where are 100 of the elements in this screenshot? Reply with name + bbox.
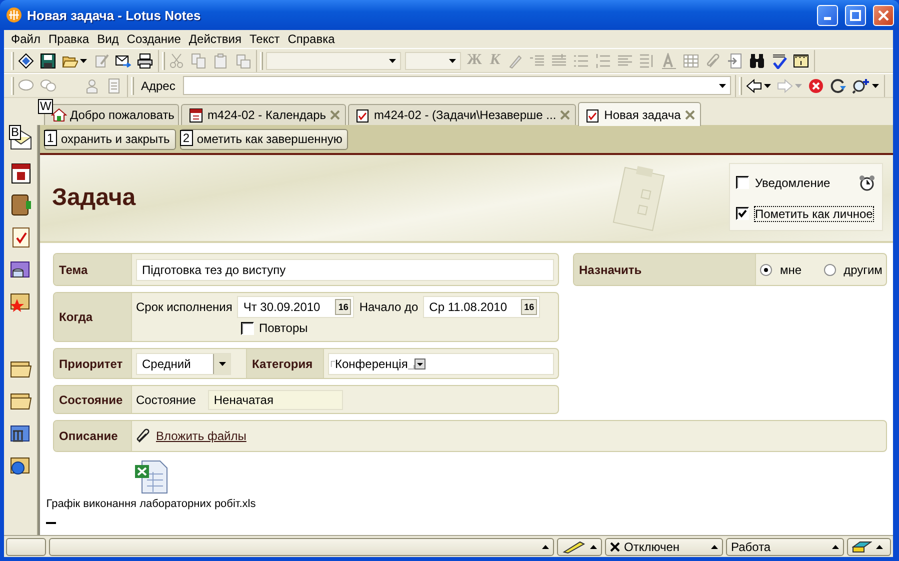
maximize-icon	[850, 10, 861, 20]
menu-item[interactable]: Создание	[122, 32, 185, 46]
date-picker-button[interactable]: 16	[335, 299, 352, 315]
inbox-icon	[852, 540, 872, 552]
search-icon[interactable]	[852, 78, 870, 94]
disconnected-icon	[610, 542, 620, 552]
field-caption: Начало до	[359, 300, 418, 314]
field-label: Описание	[54, 421, 132, 451]
close-icon[interactable]	[559, 109, 572, 121]
corner-mark-icon	[331, 360, 335, 366]
address-label: Адрес	[140, 78, 176, 92]
status-panel[interactable]: Отключен	[605, 538, 723, 556]
up-arrow-icon[interactable]	[876, 544, 883, 548]
category-field[interactable]: Конференція	[328, 352, 554, 374]
caret-icon[interactable]	[764, 84, 772, 88]
date-field[interactable]: Ср 11.08.2010 16	[423, 296, 540, 318]
menu-item[interactable]: Текст	[245, 32, 284, 46]
field-label: Состояние	[54, 386, 132, 413]
tab[interactable]: Новая задача	[578, 102, 701, 126]
binoculars-icon[interactable]	[749, 52, 766, 68]
back-arrow-icon[interactable]	[746, 78, 762, 94]
date-picker-button[interactable]: 16	[521, 299, 538, 315]
up-arrow-icon[interactable]	[832, 544, 839, 548]
caret-icon[interactable]	[872, 84, 880, 88]
alarm-clock-icon	[858, 174, 876, 192]
address-book-icon[interactable]	[8, 193, 32, 217]
stop-icon[interactable]	[808, 78, 824, 94]
checkbox[interactable]	[736, 207, 749, 220]
caret-icon	[449, 58, 456, 62]
menu-item[interactable]: Правка	[44, 32, 94, 46]
pen-icon	[562, 540, 586, 554]
maximize-button[interactable]	[845, 4, 866, 26]
radio-button[interactable]	[760, 264, 772, 276]
shortcut-hint: B	[9, 125, 22, 140]
attach-files-link[interactable]: Вложить файлы	[156, 429, 246, 443]
shortcut-hint: 1	[44, 130, 57, 146]
priority-dropdown[interactable]: Средний	[136, 352, 231, 374]
close-button[interactable]	[873, 4, 894, 26]
radio-label: мне	[780, 262, 802, 276]
print-icon[interactable]	[137, 52, 153, 68]
shortcut-hint: 2	[180, 130, 192, 146]
new-document-icon[interactable]	[18, 52, 34, 68]
menu-item[interactable]: Действия	[184, 32, 246, 46]
home-icon	[51, 107, 67, 123]
paperclip-icon[interactable]	[705, 52, 722, 68]
up-arrow-icon[interactable]	[542, 544, 549, 548]
field-label: Категория	[246, 349, 324, 378]
radio-label: другим	[844, 262, 882, 276]
checkbox-label: Повторы	[259, 321, 308, 335]
font-size-field[interactable]	[405, 52, 461, 70]
task-icon	[355, 107, 372, 123]
forward-mail-icon[interactable]	[115, 52, 131, 68]
connection-status: Отключен	[624, 540, 680, 554]
radio-button[interactable]	[824, 264, 836, 276]
paperclip-icon[interactable]	[136, 428, 150, 444]
status-panel[interactable]	[847, 538, 891, 556]
shortcut-hint: W	[38, 99, 54, 114]
menu-item[interactable]: Файл	[7, 32, 45, 46]
status-field: Неначатая	[208, 390, 343, 410]
attachment-name[interactable]: Графік виконання лабораторних робіт.xls	[46, 498, 256, 510]
field-label: Назначить	[574, 254, 756, 285]
field-label: Когда	[54, 293, 132, 341]
close-icon[interactable]	[684, 108, 696, 120]
up-arrow-icon[interactable]	[590, 544, 597, 548]
address-field[interactable]	[183, 76, 732, 95]
checkbox[interactable]	[241, 322, 254, 334]
text-cursor	[46, 522, 56, 524]
font-field[interactable]	[266, 52, 401, 70]
tab[interactable]: m424-02 - (Задачи\Незаверше ...	[348, 104, 576, 125]
dropdown-icon[interactable]	[408, 358, 426, 370]
checkbox[interactable]	[736, 176, 749, 189]
save-icon[interactable]	[40, 52, 56, 68]
spellcheck-icon[interactable]	[771, 52, 788, 68]
spreadsheet-file-icon[interactable]	[133, 460, 169, 494]
field-caption: Состояние	[136, 392, 196, 406]
import-icon[interactable]	[727, 52, 744, 68]
caret-icon	[218, 362, 226, 366]
close-icon[interactable]	[329, 109, 342, 121]
minimize-button[interactable]	[817, 4, 838, 26]
caret-icon	[718, 84, 726, 88]
menu-item[interactable]: Вид	[93, 32, 123, 46]
location-status: Работа	[731, 540, 771, 554]
task-icon	[585, 106, 602, 122]
up-arrow-icon[interactable]	[711, 544, 718, 548]
subject-field[interactable]: Підготовка тез до виступу	[136, 258, 554, 280]
field-label: Тема	[54, 254, 132, 285]
calendar-icon[interactable]	[8, 161, 32, 185]
ruler-icon[interactable]	[793, 52, 810, 68]
field-caption: Срок исполнения	[136, 300, 232, 314]
status-panel[interactable]: Работа	[726, 538, 844, 556]
refresh-icon[interactable]	[830, 78, 846, 94]
checkbox-label: Уведомление	[755, 176, 830, 190]
caret-icon	[389, 58, 396, 62]
form-title: Задача	[52, 184, 137, 212]
status-panel[interactable]	[557, 538, 602, 556]
menu-item[interactable]: Справка	[284, 32, 339, 46]
date-field[interactable]: Чт 30.09.2010 16	[237, 296, 354, 318]
caret-icon[interactable]	[80, 58, 87, 62]
calendar-icon	[188, 107, 204, 123]
tab[interactable]: m424-02 - Календарь	[181, 104, 346, 125]
